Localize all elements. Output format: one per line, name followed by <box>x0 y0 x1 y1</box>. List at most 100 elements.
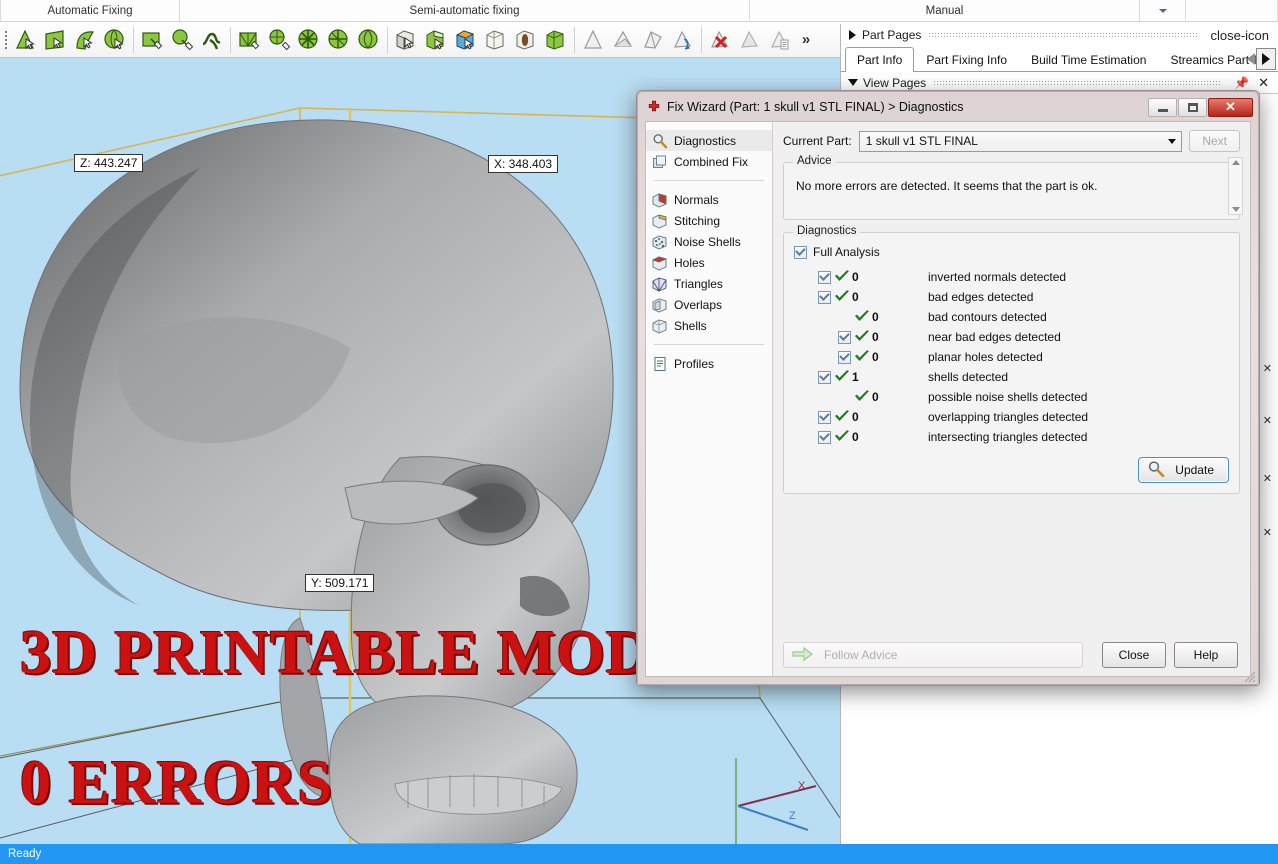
y-coordinate-label: Y: 509.171 <box>305 574 375 592</box>
tri-gray-icon[interactable] <box>735 25 765 55</box>
dock-edge-close-icon[interactable]: ✕ <box>1263 472 1272 485</box>
close-icon[interactable]: ✕ <box>1208 97 1253 117</box>
full-analysis-checkbox[interactable] <box>794 245 807 259</box>
cube-select-icon[interactable] <box>391 25 421 55</box>
dialog-footer: Follow Advice Close Help <box>773 634 1250 676</box>
nav-item-profiles[interactable]: Profiles <box>646 353 772 374</box>
stack-icon <box>652 154 668 170</box>
row-checkbox[interactable] <box>816 290 832 304</box>
nav-group-bottom: Profiles <box>646 351 772 376</box>
part-pages-tabstrip: Part Info Part Fixing Info Build Time Es… <box>841 46 1278 72</box>
update-button[interactable]: Update <box>1138 457 1229 483</box>
ribbon-group-semi-automatic-fixing: Semi-automatic fixing <box>180 0 750 22</box>
row-count: 0 <box>852 270 859 284</box>
row-checkbox[interactable] <box>836 350 852 364</box>
dock-edge-close-icon[interactable]: ✕ <box>1263 526 1272 539</box>
dock-edge-close-icon[interactable]: ✕ <box>1263 362 1272 375</box>
next-button[interactable]: Next <box>1189 130 1240 152</box>
part-pages-header[interactable]: Part Pages close-icon <box>841 24 1278 46</box>
row-checkbox[interactable] <box>816 410 832 424</box>
fix-wizard-dialog[interactable]: Fix Wizard (Part: 1 skull v1 STL FINAL) … <box>636 90 1260 686</box>
view-pages-title: View Pages <box>863 75 927 90</box>
tab-build-time-estimation[interactable]: Build Time Estimation <box>1019 47 1158 71</box>
full-analysis-row[interactable]: Full Analysis <box>794 245 1229 259</box>
row-label: bad contours detected <box>928 310 1047 324</box>
tab-part-fixing-info[interactable]: Part Fixing Info <box>914 47 1019 71</box>
nav-item-noise-shells[interactable]: Noise Shells <box>646 231 772 252</box>
mesh-triangle-icon[interactable] <box>234 25 264 55</box>
holes-cube-icon <box>651 255 668 271</box>
mesh-leaf-icon[interactable] <box>354 25 384 55</box>
fix-blob-icon[interactable] <box>167 25 197 55</box>
nav-divider <box>654 180 764 181</box>
fix-triangle-icon[interactable] <box>10 25 40 55</box>
ribbon-overflow-dropdown[interactable] <box>1140 0 1186 22</box>
part-pages-close-icon[interactable]: close-icon <box>1205 28 1274 43</box>
tri-page-icon[interactable] <box>765 25 795 55</box>
chevron-left-icon[interactable] <box>1247 53 1255 65</box>
scroll-up-icon[interactable] <box>1231 160 1240 165</box>
row-checkbox[interactable] <box>816 370 832 384</box>
tab-part-info[interactable]: Part Info <box>845 47 915 72</box>
cube-brown-icon[interactable] <box>511 25 541 55</box>
toolbar-overflow-button[interactable]: » <box>795 25 817 55</box>
fix-sphere-icon[interactable] <box>100 25 130 55</box>
row-checkbox[interactable] <box>816 270 832 284</box>
toolbar-drag-handle[interactable] <box>2 27 10 53</box>
cube-open-icon[interactable] <box>421 25 451 55</box>
tri-plain-icon[interactable] <box>578 25 608 55</box>
dialog-titlebar[interactable]: Fix Wizard (Part: 1 skull v1 STL FINAL) … <box>641 95 1255 119</box>
fix-curve-icon[interactable] <box>70 25 100 55</box>
fix-plane-icon[interactable] <box>40 25 70 55</box>
nav-item-stitching[interactable]: Stitching <box>646 210 772 231</box>
chevron-down-icon[interactable] <box>1162 132 1181 151</box>
maximize-icon[interactable] <box>1178 97 1207 117</box>
nav-group-top: Diagnostics Combined Fix <box>646 128 772 174</box>
triangle-right-icon[interactable] <box>849 30 856 40</box>
minimize-icon[interactable] <box>1148 97 1177 117</box>
row-checkbox[interactable] <box>836 330 852 344</box>
mesh-blob-icon[interactable] <box>264 25 294 55</box>
fix-wave-icon[interactable] <box>197 25 227 55</box>
mesh-star-icon[interactable] <box>294 25 324 55</box>
nav-item-combined-fix[interactable]: Combined Fix <box>646 151 772 172</box>
current-part-label: Current Part: <box>783 134 852 148</box>
scroll-down-icon[interactable] <box>1231 207 1240 212</box>
current-part-select[interactable]: 1 skull v1 STL FINAL <box>858 130 1183 152</box>
row-count: 0 <box>852 430 859 444</box>
nav-item-diagnostics[interactable]: Diagnostics <box>646 130 772 151</box>
check-mark-icon <box>852 350 872 364</box>
nav-divider <box>654 344 764 345</box>
triangle-down-icon[interactable] <box>848 79 858 86</box>
row-checkbox[interactable] <box>816 430 832 444</box>
tri-delete-icon[interactable] <box>705 25 735 55</box>
row-label: bad edges detected <box>928 290 1034 304</box>
mesh-wheel-icon[interactable] <box>324 25 354 55</box>
view-pages-close-icon[interactable]: ✕ <box>1253 75 1274 91</box>
nav-item-overlaps[interactable]: Overlaps <box>646 294 772 315</box>
overlay-subline: 0 ERRORS <box>20 749 333 817</box>
dock-edge-close-icon[interactable]: ✕ <box>1263 414 1272 427</box>
tri-blue-icon[interactable] <box>668 25 698 55</box>
advice-scrollbar[interactable] <box>1228 157 1243 215</box>
cube-white-icon[interactable] <box>481 25 511 55</box>
nav-item-normals[interactable]: Normals <box>646 189 772 210</box>
chevron-right-icon[interactable] <box>1256 48 1276 70</box>
cube-orange-icon[interactable] <box>451 25 481 55</box>
follow-advice-button[interactable]: Follow Advice <box>783 642 1083 668</box>
magnifier-icon <box>1147 460 1165 481</box>
nav-item-holes[interactable]: Holes <box>646 252 772 273</box>
ribbon-group-manual: Manual <box>750 0 1140 22</box>
pin-icon[interactable]: 📌 <box>1230 76 1253 90</box>
close-button[interactable]: Close <box>1102 642 1166 668</box>
cube-green-icon[interactable] <box>541 25 571 55</box>
check-mark-icon <box>852 390 872 404</box>
help-button[interactable]: Help <box>1174 642 1238 668</box>
fix-square-icon[interactable] <box>137 25 167 55</box>
row-label: near bad edges detected <box>928 330 1061 344</box>
nav-item-shells[interactable]: Shells <box>646 315 772 336</box>
tri-fold-icon[interactable] <box>608 25 638 55</box>
part-pages-title: Part Pages <box>862 28 922 42</box>
tri-flag-icon[interactable] <box>638 25 668 55</box>
nav-item-triangles[interactable]: Triangles <box>646 273 772 294</box>
